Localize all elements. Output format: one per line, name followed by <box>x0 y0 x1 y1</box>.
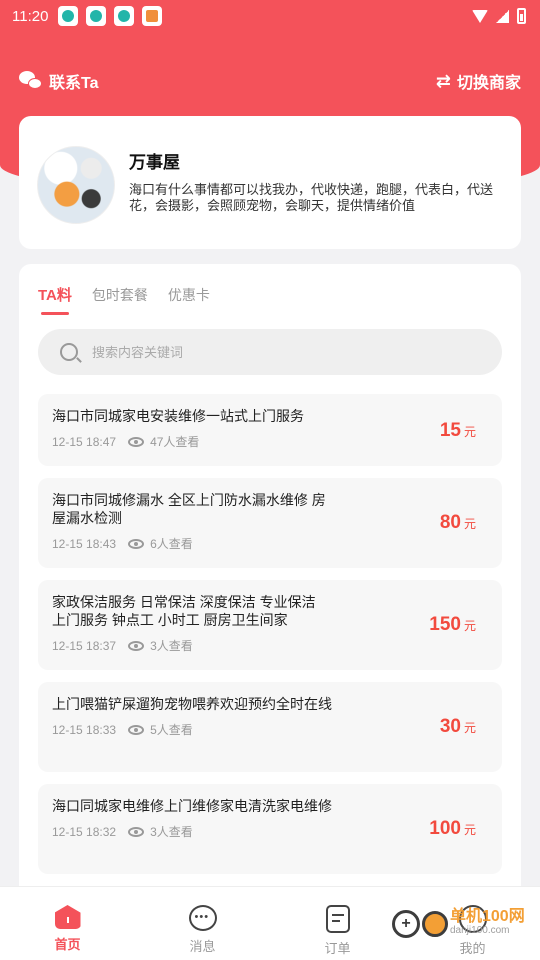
price-unit: 元 <box>463 425 476 439</box>
heart-app-icon <box>142 6 163 26</box>
price-value: 100 <box>429 818 461 839</box>
content-card: TA料 包时套餐 优惠卡 海口市同城家电安装维修一站式上门服务 12-15 18… <box>19 264 521 904</box>
price-unit: 元 <box>463 721 476 735</box>
nav-label: 订单 <box>324 941 351 956</box>
item-title: 海口市同城家电安装维修一站式上门服务 <box>52 408 304 424</box>
price-unit: 元 <box>463 823 476 837</box>
price-value: 80 <box>439 512 461 533</box>
message-icon <box>188 905 217 931</box>
item-date: 12-15 18:37 <box>52 638 117 653</box>
item-date: 12-15 18:47 <box>52 434 117 449</box>
item-price: 100 元 <box>429 818 476 840</box>
status-bar: 11:20 <box>0 0 540 32</box>
status-time: 11:20 <box>12 7 49 25</box>
item-views: 3人查看 <box>150 639 193 653</box>
item-views: 47人查看 <box>150 435 200 449</box>
tab-ta-info[interactable]: TA料 <box>38 284 72 315</box>
watermark-logo-icon: + <box>392 910 420 938</box>
eye-icon <box>128 538 145 549</box>
avatar[interactable] <box>37 146 115 224</box>
item-title: 海口同城家电维修上门维修家电清洗家电维修 <box>52 798 332 814</box>
top-bar: 联系Ta ⇄ 切换商家 <box>0 64 540 98</box>
list-item[interactable]: 海口市同城家电安装维修一站式上门服务 12-15 18:47 47人查看 15 … <box>38 394 502 466</box>
switch-merchant-label: 切换商家 <box>456 75 521 92</box>
item-date: 12-15 18:43 <box>52 536 117 551</box>
watermark-logo-icon <box>422 911 448 937</box>
tab-time-package[interactable]: 包时套餐 <box>92 285 148 305</box>
price-unit: 元 <box>463 517 476 531</box>
nav-label: 首页 <box>54 937 81 952</box>
list-item[interactable]: 上门喂猫铲屎遛狗宠物喂养欢迎预约全时在线 12-15 18:33 5人查看 30… <box>38 682 502 772</box>
list-item[interactable]: 家政保洁服务 日常保洁 深度保洁 专业保洁 上门服务 钟点工 小时工 厨房卫生间… <box>38 580 502 670</box>
app-notification-icon <box>114 6 135 26</box>
eye-icon <box>128 640 145 651</box>
item-views: 6人查看 <box>150 537 193 551</box>
nav-label: 我的 <box>459 941 486 956</box>
home-icon <box>54 905 81 929</box>
item-price: 150 元 <box>429 614 476 636</box>
eye-icon <box>128 826 145 837</box>
eye-icon <box>128 724 145 735</box>
nav-messages[interactable]: 消息 <box>135 887 270 960</box>
item-views: 5人查看 <box>150 723 193 737</box>
item-price: 15 元 <box>440 420 476 442</box>
price-value: 150 <box>429 614 461 635</box>
cell-signal-icon <box>496 9 509 23</box>
item-price: 30 元 <box>440 716 476 738</box>
service-list: 海口市同城家电安装维修一站式上门服务 12-15 18:47 47人查看 15 … <box>38 394 502 886</box>
search-input[interactable] <box>92 344 452 360</box>
switch-merchant-button[interactable]: ⇄ 切换商家 <box>436 69 521 93</box>
nav-orders[interactable]: 订单 <box>270 887 405 960</box>
item-title: 上门喂猫铲屎遛狗宠物喂养欢迎预约全时在线 <box>52 696 332 712</box>
app-notification-icon <box>86 6 107 26</box>
wifi-icon <box>472 9 488 23</box>
app-notification-icon <box>58 6 79 26</box>
nav-home[interactable]: 首页 <box>0 887 135 960</box>
nav-label: 消息 <box>189 939 216 954</box>
tab-discount-card[interactable]: 优惠卡 <box>168 285 210 305</box>
watermark-text: 单机100网 <box>450 908 525 925</box>
profile-card: 万事屋 海口有什么事情都可以找我办，代收快递，跑腿，代表白，代送花，会摄影，会照… <box>19 116 521 249</box>
item-date: 12-15 18:33 <box>52 722 117 737</box>
price-value: 15 <box>439 420 461 441</box>
search-bar <box>38 329 502 375</box>
list-item[interactable]: 海口同城家电维修上门维修家电清洗家电维修 12-15 18:32 3人查看 10… <box>38 784 502 874</box>
shop-description: 海口有什么事情都可以找我办，代收快递，跑腿，代表白，代送花，会摄影，会照顾宠物，… <box>129 182 494 213</box>
tab-bar: TA料 包时套餐 优惠卡 <box>38 284 210 315</box>
price-unit: 元 <box>463 619 476 633</box>
watermark-subtext: danji100.com <box>450 925 510 936</box>
shop-name: 万事屋 <box>129 153 180 172</box>
item-title: 海口市同城修漏水 全区上门防水漏水维修 房屋漏水检测 <box>52 492 326 526</box>
contact-button[interactable]: 联系Ta <box>19 69 99 93</box>
contact-label: 联系Ta <box>49 75 99 92</box>
item-title: 家政保洁服务 日常保洁 深度保洁 专业保洁 上门服务 钟点工 小时工 厨房卫生间… <box>52 594 316 628</box>
item-price: 80 元 <box>440 512 476 534</box>
swap-icon: ⇄ <box>435 71 451 91</box>
watermark: + 单机100网 danji100.com <box>392 908 525 938</box>
price-value: 30 <box>439 716 461 737</box>
list-item[interactable]: 海口市同城修漏水 全区上门防水漏水维修 房屋漏水检测 12-15 18:43 6… <box>38 478 502 568</box>
item-date: 12-15 18:32 <box>52 824 117 839</box>
wechat-icon <box>19 71 43 91</box>
order-icon <box>325 905 350 933</box>
item-views: 3人查看 <box>150 825 193 839</box>
eye-icon <box>128 436 145 447</box>
search-icon <box>60 343 78 361</box>
battery-icon <box>517 8 526 24</box>
